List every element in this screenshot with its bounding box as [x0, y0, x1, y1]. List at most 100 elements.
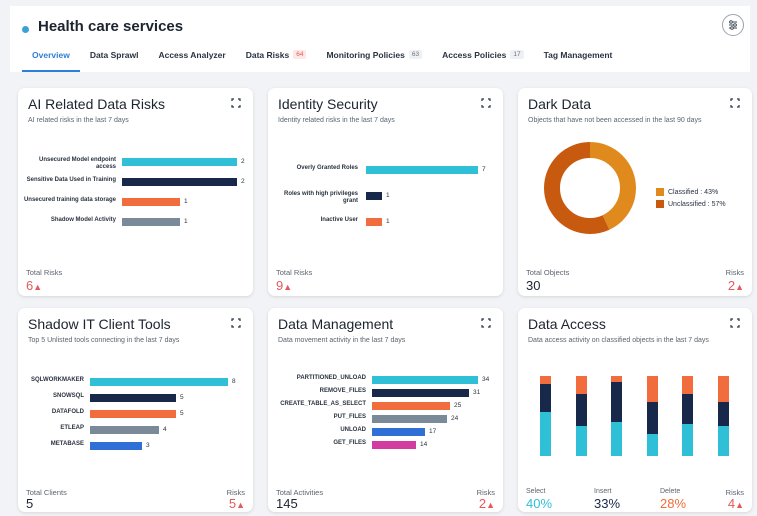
bar-value-label: 1: [386, 218, 390, 225]
tab-count-badge: 17: [510, 50, 524, 59]
bar[interactable]: [122, 178, 237, 186]
ai-risks-card: AI Related Data Risks AI related risks i…: [18, 88, 253, 296]
tab-count-badge: 64: [293, 50, 307, 59]
bar[interactable]: [90, 426, 159, 434]
risks-value: 4▲: [727, 496, 744, 511]
total-objects-value: 30: [526, 278, 541, 293]
column-segment-insert[interactable]: [575, 393, 587, 426]
card-title: Data Management: [278, 316, 394, 332]
column-segment-delete[interactable]: [682, 376, 693, 394]
bar-value-label: 17: [429, 428, 437, 435]
bar-label: Shadow Model Activity: [50, 217, 116, 223]
tab-monitoring-policies[interactable]: Monitoring Policies 63: [316, 46, 432, 72]
tab-label: Access Policies: [442, 50, 507, 60]
tab-data-risks[interactable]: Data Risks 64: [236, 46, 317, 72]
bar-value-label: 1: [184, 218, 188, 225]
card-subtitle: AI related risks in the last 7 days: [28, 117, 129, 124]
expand-icon[interactable]: [481, 318, 491, 328]
bar-value-label: 2: [241, 178, 245, 185]
column-segment-delete[interactable]: [540, 376, 551, 384]
risks-value: 5▲: [228, 496, 245, 511]
column-segment-insert[interactable]: [540, 384, 551, 412]
expand-icon[interactable]: [231, 318, 241, 328]
settings-button[interactable]: [722, 14, 744, 36]
column-segment-delete[interactable]: [611, 376, 622, 383]
bar-label: CREATE_TABLE_AS_SELECT: [280, 401, 366, 407]
bar[interactable]: [90, 378, 228, 386]
dashboard-header: Health care services Overview Data Spraw…: [10, 6, 750, 72]
bar[interactable]: [90, 394, 176, 402]
bar[interactable]: [372, 428, 425, 436]
tab-label: Data Sprawl: [89, 50, 139, 60]
stat-value-select: 40%: [526, 496, 553, 511]
dark-data-card: Dark Data Objects that have not been acc…: [518, 88, 752, 296]
column-segment-delete[interactable]: [575, 376, 587, 394]
column-segment-select[interactable]: [682, 424, 693, 456]
stat-label-select: Select: [526, 488, 546, 495]
card-subtitle: Identity related risks in the last 7 day…: [278, 117, 395, 124]
column-segment-delete[interactable]: [717, 376, 729, 402]
column-segment-select[interactable]: [717, 425, 729, 456]
bar-value-label: 2: [241, 158, 245, 165]
data-management-card: Data Management Data movement activity i…: [268, 308, 503, 512]
column-segment-insert[interactable]: [717, 401, 729, 426]
total-risks-value: 9▲: [276, 278, 293, 293]
bar[interactable]: [372, 415, 447, 423]
card-title: Dark Data: [528, 96, 592, 112]
bar[interactable]: [366, 166, 478, 174]
bar[interactable]: [372, 402, 450, 410]
column-segment-insert[interactable]: [646, 401, 658, 434]
tab-tag-management[interactable]: Tag Management: [534, 46, 623, 72]
card-title: Data Access: [528, 316, 606, 332]
card-subtitle: Data movement activity in the last 7 day…: [278, 337, 406, 344]
expand-icon[interactable]: [730, 318, 740, 328]
card-subtitle: Data access activity on classified objec…: [528, 337, 709, 344]
column-segment-delete[interactable]: [646, 376, 658, 402]
column-segment-select[interactable]: [646, 433, 658, 456]
card-title: AI Related Data Risks: [28, 96, 165, 112]
expand-icon[interactable]: [730, 98, 740, 108]
bar[interactable]: [366, 218, 382, 226]
total-activities-value: 145: [276, 496, 298, 511]
data-access-card: Data Access Data access activity on clas…: [518, 308, 752, 512]
bar-label: PUT_FILES: [333, 414, 366, 420]
column-segment-select[interactable]: [575, 425, 587, 456]
bar[interactable]: [122, 158, 237, 166]
card-subtitle: Top 5 Unlisted tools connecting in the l…: [28, 337, 180, 344]
tab-data-sprawl[interactable]: Data Sprawl: [80, 46, 149, 72]
bar[interactable]: [122, 218, 180, 226]
column-segment-insert[interactable]: [611, 382, 622, 423]
bar-value-label: 8: [232, 378, 236, 385]
total-risks-label: Total Risks: [26, 268, 63, 277]
column-segment-select[interactable]: [540, 412, 551, 456]
bar-label: DATAFOLD: [51, 409, 84, 415]
expand-icon[interactable]: [231, 98, 241, 108]
tab-access-policies[interactable]: Access Policies 17: [432, 46, 534, 72]
bar[interactable]: [372, 389, 469, 397]
bar[interactable]: [372, 441, 416, 449]
bar-label: PARTITIONED_UNLOAD: [296, 375, 366, 381]
donut-chart: [544, 142, 636, 234]
column-segment-insert[interactable]: [682, 393, 693, 424]
bar-label: Unsecured training data storage: [23, 197, 116, 203]
bar[interactable]: [372, 376, 478, 384]
bar-value-label: 24: [451, 415, 459, 422]
bar-label: GET_FILES: [333, 440, 366, 446]
bar-label: REMOVE_FILES: [319, 388, 366, 394]
bar-value-label: 3: [146, 442, 150, 449]
expand-icon[interactable]: [481, 98, 491, 108]
identity-security-card: Identity Security Identity related risks…: [268, 88, 503, 296]
bar[interactable]: [366, 192, 382, 200]
bar[interactable]: [122, 198, 180, 206]
column-segment-select[interactable]: [611, 422, 622, 456]
total-objects-label: Total Objects: [526, 268, 570, 277]
tab-overview[interactable]: Overview: [22, 46, 80, 72]
bar-value-label: 5: [180, 394, 184, 401]
bar[interactable]: [90, 410, 176, 418]
legend-swatch: [656, 188, 664, 196]
bar[interactable]: [90, 442, 142, 450]
bar-value-label: 4: [163, 426, 167, 433]
sliders-icon: [729, 20, 737, 30]
bar-label: Roles with high privileges grant: [283, 191, 358, 204]
tab-access-analyzer[interactable]: Access Analyzer: [148, 46, 235, 72]
